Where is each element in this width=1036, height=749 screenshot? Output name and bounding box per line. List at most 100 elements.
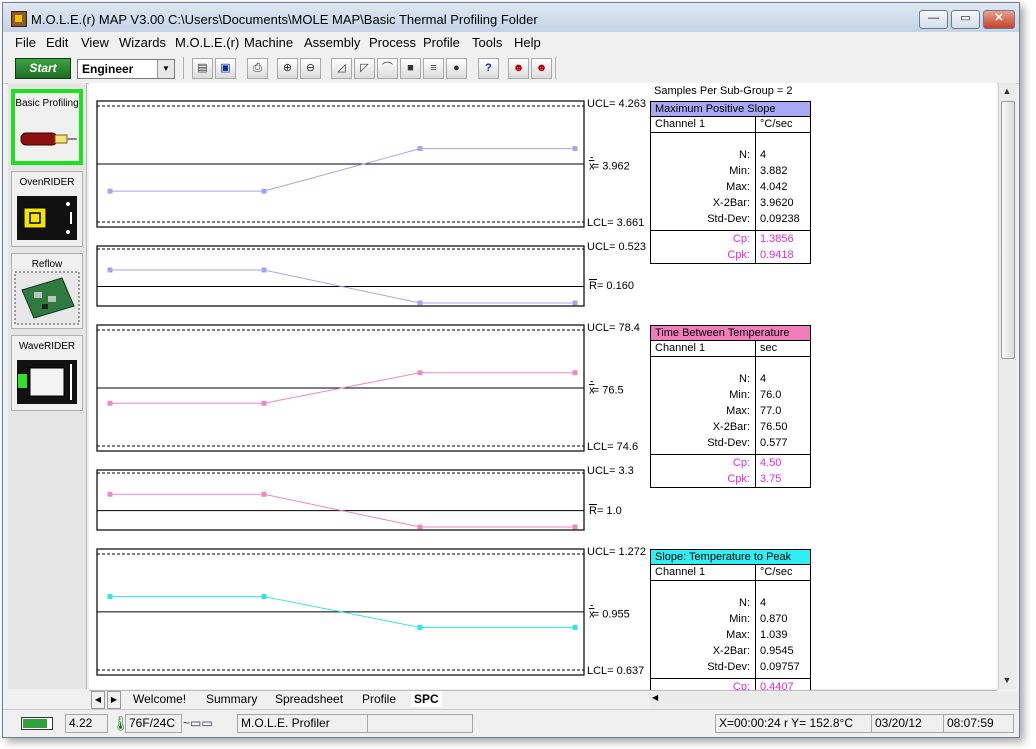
tab-profile[interactable]: Profile — [362, 691, 396, 707]
menu-machine[interactable]: Machine — [244, 35, 293, 50]
stats-row-stddev: Std-Dev: 0.09238 — [651, 211, 810, 227]
sidebar-item-label: Reflow — [31, 259, 63, 270]
sidebar-item-waverider[interactable]: WaveRIDER — [11, 335, 83, 411]
zoom-out-icon[interactable]: ⊖ — [300, 58, 321, 79]
xbar-ucl-label: UCL= 4.263 — [587, 98, 647, 110]
range-center-label: R= 0.160 — [589, 280, 634, 293]
save-icon[interactable]: ▣ — [215, 58, 236, 79]
range-data-point — [572, 300, 578, 306]
stats-value: 4.50 — [760, 457, 782, 469]
capability-section: Cp: 4.50 Cpk: 3.75 — [651, 454, 810, 487]
menu-process[interactable]: Process — [369, 35, 416, 50]
stats-label: Max: — [726, 405, 750, 417]
open-folder-icon[interactable]: ▤ — [192, 58, 213, 79]
xbar-data-point — [572, 624, 578, 630]
prediction-icon[interactable]: ● — [446, 58, 467, 79]
tab-welcome[interactable]: Welcome! — [133, 691, 186, 707]
ovenrider-icon — [17, 196, 77, 240]
scroll-up-icon[interactable]: ▲ — [1000, 84, 1014, 98]
stats-value: 76.0 — [760, 389, 782, 401]
profile-a-icon[interactable]: ◿ — [331, 58, 352, 79]
stats-body: N: 4 Min: 76.0 Max: 77.0 X-2Bar: 76.50 Std-Dev: 0… — [651, 357, 810, 487]
menu-view[interactable]: View — [81, 35, 109, 50]
range-data-point — [261, 267, 267, 273]
xbar-ucl-label: UCL= 78.4 — [587, 322, 640, 334]
scroll-left-icon[interactable]: ◀ — [652, 693, 658, 702]
menu-edit[interactable]: Edit — [46, 35, 68, 50]
tab-scroll-right-icon[interactable]: ▶ — [107, 691, 121, 709]
tab-spreadsheet[interactable]: Spreadsheet — [275, 691, 343, 707]
mole-icon-1[interactable]: ☻ — [508, 58, 529, 79]
xbar-lcl-label: LCL= 3.661 — [587, 217, 645, 229]
app-window: M.O.L.E.(r) MAP V3.00 C:\Users\Documents… — [2, 2, 1020, 738]
range-data-point — [572, 524, 578, 530]
menu-help[interactable]: Help — [514, 35, 541, 50]
sidebar-item-reflow[interactable]: Reflow — [11, 253, 83, 329]
stats-value: 0.577 — [760, 437, 788, 449]
stats-label: Cpk: — [727, 249, 750, 261]
xbar-lcl-label: LCL= 74.6 — [587, 441, 639, 453]
tab-summary[interactable]: Summary — [206, 691, 257, 707]
toolbar-separator — [555, 57, 556, 79]
start-button[interactable]: Start — [15, 58, 71, 79]
capability-section: Cp: 1.3856 Cpk: 0.9418 — [651, 230, 810, 263]
print-icon[interactable]: ⎙ — [247, 58, 268, 79]
vertical-scrollbar[interactable]: ▲ ▼ — [998, 83, 1016, 689]
stats-panel-title: Time Between Temperature — [651, 326, 810, 341]
zoom-in-icon[interactable]: ⊕ — [277, 58, 298, 79]
xbar-data-point — [417, 370, 423, 376]
stats-row-n: N: 4 — [651, 595, 810, 611]
stats-row-x2bar: X-2Bar: 3.9620 — [651, 195, 810, 211]
sidebar-item-label: OvenRIDER — [19, 177, 75, 188]
chevron-down-icon[interactable]: ▼ — [157, 60, 174, 78]
sidebar-item-basic-profiling[interactable]: Basic Profiling — [11, 89, 83, 165]
stats-row-max: Max: 1.039 — [651, 627, 810, 643]
range-data-point — [107, 491, 113, 497]
stats-row-cp: Cp: 4.50 — [651, 455, 810, 471]
tab-scroll-left-icon[interactable]: ◀ — [91, 691, 105, 709]
menu-file[interactable]: File — [15, 35, 36, 50]
stats-value: 4 — [760, 373, 767, 385]
spreadsheet-icon[interactable]: ≡ — [423, 58, 444, 79]
xbar-data-point — [107, 594, 113, 600]
range-center-value: = 1.0 — [596, 504, 622, 517]
mole-icon-2[interactable]: ☻ — [531, 58, 552, 79]
role-select[interactable]: Engineer ▼ — [77, 59, 175, 79]
tab-spc[interactable]: SPC — [411, 691, 442, 707]
stats-value: 4 — [760, 597, 767, 609]
stats-channel: Channel 1 — [655, 118, 706, 130]
range-center-label: R= 1.0 — [589, 504, 622, 517]
menu-wizards[interactable]: Wizards — [119, 35, 166, 50]
stats-value: 0.9418 — [760, 249, 794, 261]
stats-value: 0.9545 — [760, 645, 794, 657]
status-date: 03/20/12 — [871, 714, 944, 733]
help-icon[interactable]: ? — [478, 58, 499, 79]
maximize-button[interactable]: ▭ — [951, 10, 980, 29]
menu-assembly[interactable]: Assembly — [304, 35, 360, 50]
close-button[interactable]: ✕ — [983, 10, 1015, 29]
range-chart-frame — [96, 469, 585, 531]
stats-row-cp: Cp: 0.4407 — [651, 679, 810, 690]
xbar-center-value: = 3.962 — [592, 160, 630, 173]
profile-b-icon[interactable]: ◸ — [354, 58, 375, 79]
scroll-thumb[interactable] — [1001, 101, 1015, 359]
menu-profile[interactable]: Profile — [423, 35, 460, 50]
role-value: Engineer — [82, 62, 134, 76]
toolbar: Start Engineer ▼ ▤ ▣ ⎙ ⊕ ⊖ ◿ ◸ ⌒ ■ ≡ ● ?… — [3, 53, 1019, 84]
menu-tools[interactable]: Tools — [472, 35, 502, 50]
horizontal-scrollbar[interactable]: ◀ ▶ — [649, 692, 1019, 707]
stats-value: 3.9620 — [760, 197, 794, 209]
minimize-button[interactable]: — — [919, 10, 948, 29]
scroll-down-icon[interactable]: ▼ — [1000, 673, 1014, 687]
range-center-value: = 0.160 — [596, 280, 634, 293]
stats-row-n: N: 4 — [651, 371, 810, 387]
ambient-temperature: 76F/24C — [125, 714, 182, 733]
oven-icon[interactable]: ■ — [400, 58, 421, 79]
stats-value: 0.4407 — [760, 681, 794, 690]
menu-mole[interactable]: M.O.L.E.(r) — [175, 35, 239, 50]
xbar-center-label: x = 76.5 — [589, 384, 624, 397]
sidebar-item-ovenrider[interactable]: OvenRIDER — [11, 171, 83, 247]
profile-c-icon[interactable]: ⌒ — [377, 58, 398, 79]
stats-label: Max: — [726, 181, 750, 193]
stats-row-cpk: Cpk: 3.75 — [651, 471, 810, 487]
